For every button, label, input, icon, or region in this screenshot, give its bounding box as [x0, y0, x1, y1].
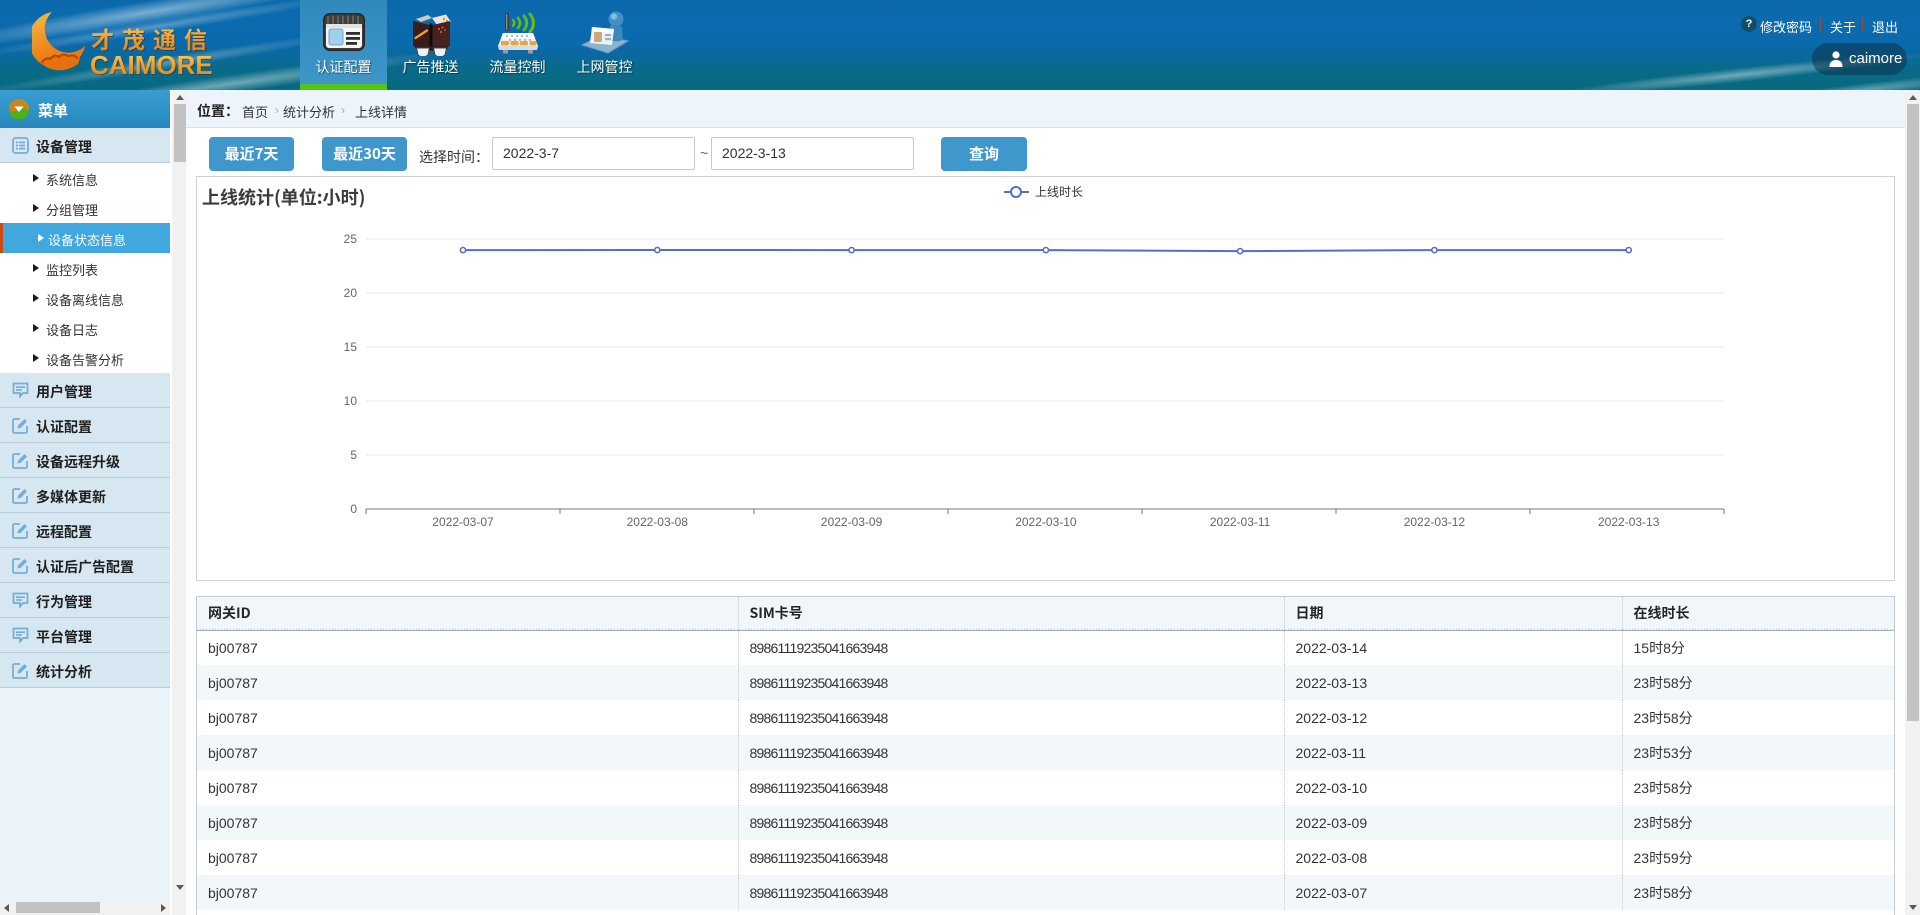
svg-text:2022-03-08: 2022-03-08 [627, 515, 689, 529]
svg-text:15: 15 [344, 340, 358, 354]
svg-text:25: 25 [344, 232, 358, 246]
svg-text:上线统计(单位:小时): 上线统计(单位:小时) [202, 184, 365, 210]
svg-text:2022-03-13: 2022-03-13 [1598, 515, 1660, 529]
svg-text:2022-03-12: 2022-03-12 [1404, 515, 1466, 529]
svg-text:10: 10 [344, 394, 358, 408]
svg-text:5: 5 [350, 448, 357, 462]
svg-text:2022-03-07: 2022-03-07 [432, 515, 494, 529]
svg-text:2022-03-10: 2022-03-10 [1015, 515, 1077, 529]
svg-text:上线时长: 上线时长 [1035, 183, 1083, 200]
svg-text:20: 20 [344, 286, 358, 300]
svg-text:2022-03-09: 2022-03-09 [821, 515, 883, 529]
svg-text:2022-03-11: 2022-03-11 [1210, 515, 1271, 529]
svg-text:0: 0 [350, 502, 357, 516]
